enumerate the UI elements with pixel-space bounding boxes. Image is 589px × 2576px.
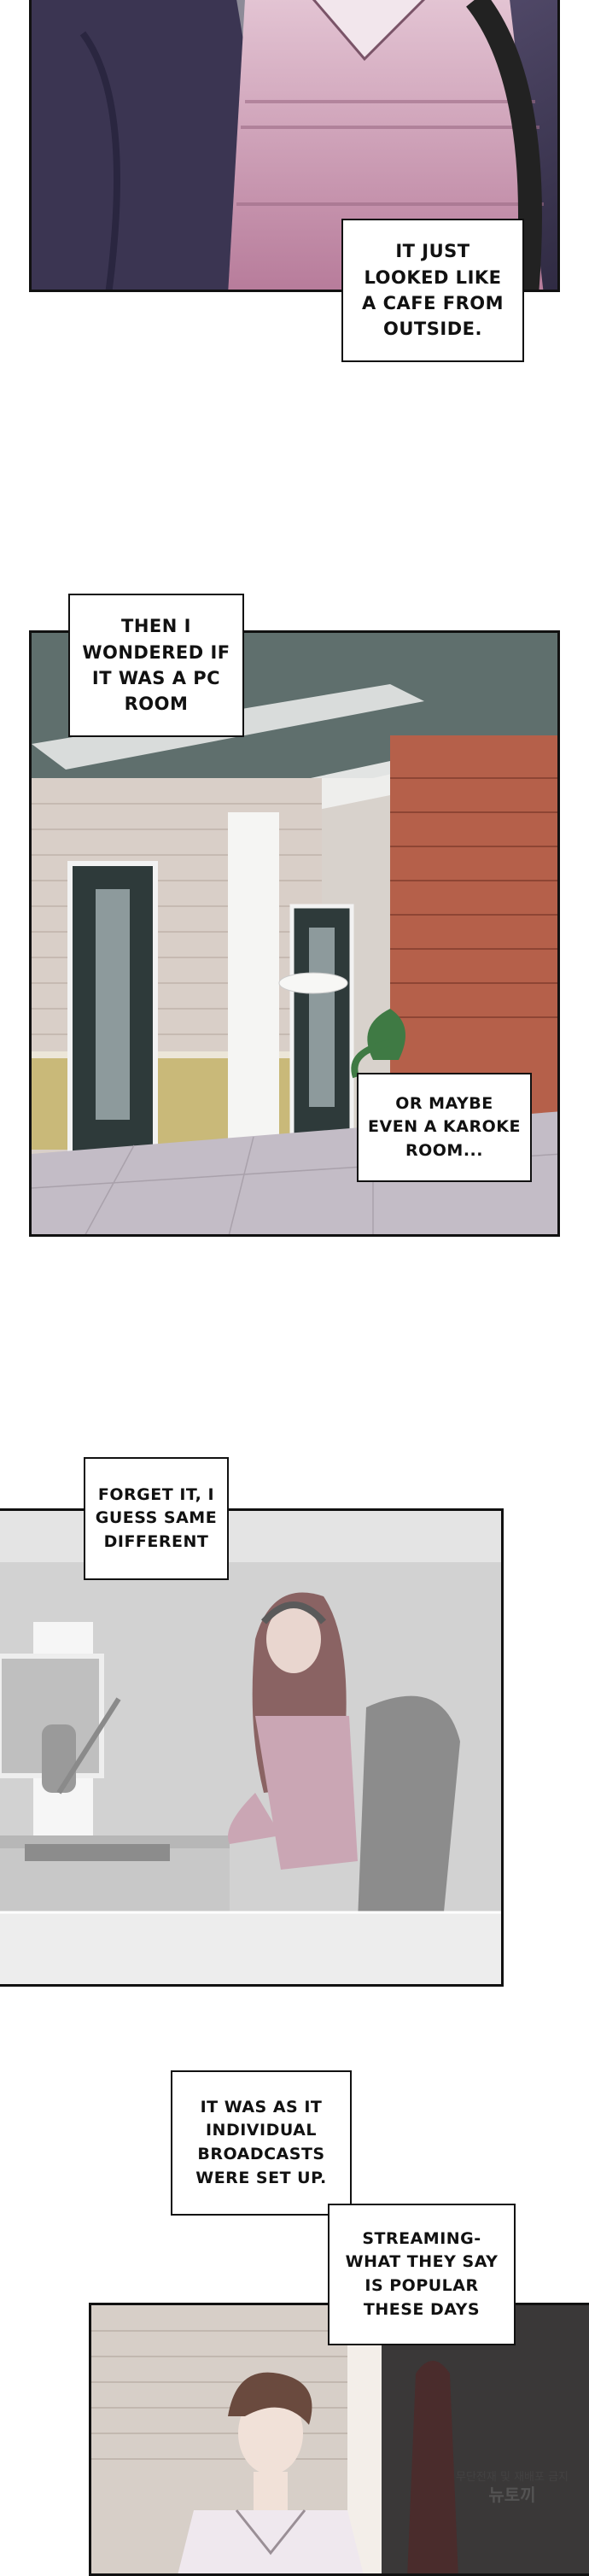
caption-broadcasts: IT WAS AS IT INDIVIDUAL BROADCASTS WERE … [171, 2070, 352, 2216]
chair-back [358, 1695, 460, 1921]
caption-karaoke: OR MAYBE EVEN A KAROKE ROOM... [357, 1073, 532, 1182]
jacket-shape [32, 0, 254, 290]
watermark: 무단전재 및 재배포 금지 뉴토끼 [440, 2471, 585, 2565]
watermark-text: 무단전재 및 재배포 금지 [456, 2471, 569, 2484]
panel-streaming-room-art [0, 1511, 501, 1984]
caption-pc-room: THEN I WONDERED IF IT WAS A PC ROOM [68, 594, 244, 737]
caption-cafe: IT JUST LOOKED LIKE A CAFE FROM OUTSIDE. [341, 219, 524, 362]
panel-streaming-room [0, 1508, 504, 1987]
boy-sweater [178, 2510, 364, 2573]
caption-forget: FORGET IT, I GUESS SAME DIFFERENT [84, 1457, 229, 1580]
caption-streaming: STREAMING- WHAT THEY SAY IS POPULAR THES… [328, 2204, 516, 2345]
watermark-brand: 뉴토끼 [488, 2484, 536, 2505]
